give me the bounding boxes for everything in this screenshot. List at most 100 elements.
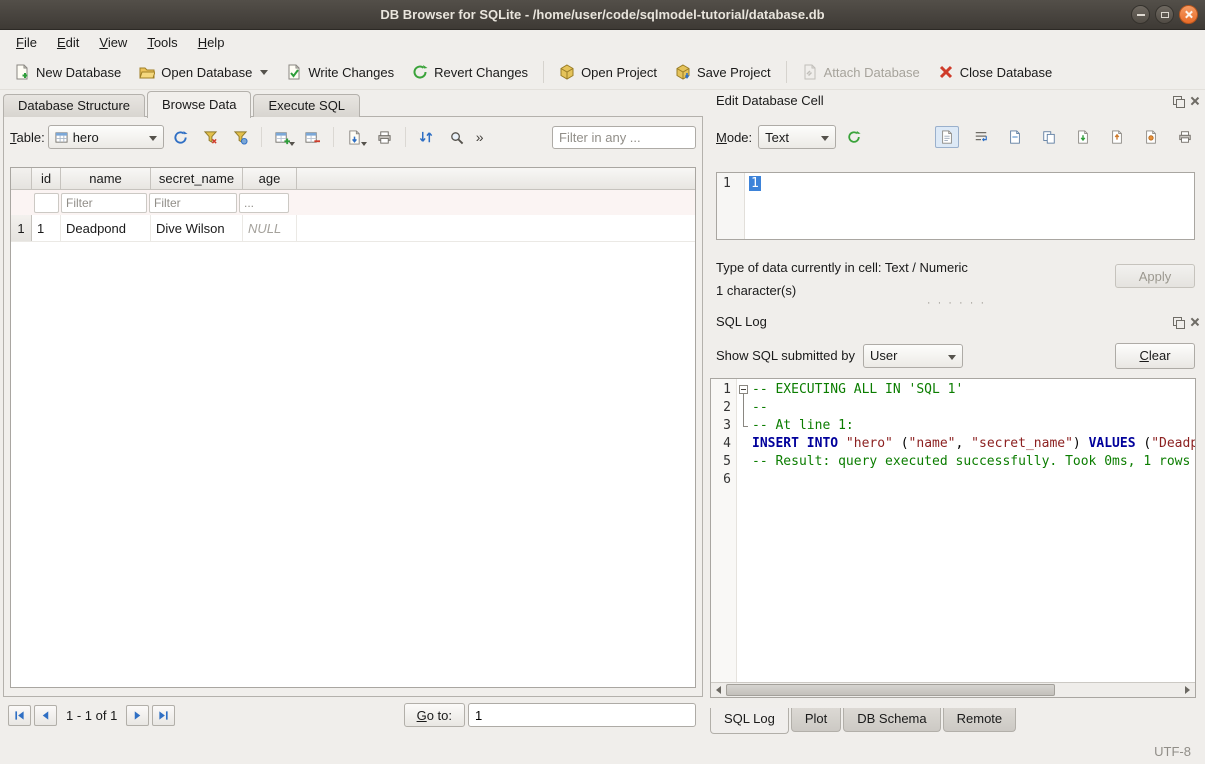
column-header-age[interactable]: age: [243, 168, 297, 189]
last-record-button[interactable]: [152, 705, 175, 726]
text-view-button[interactable]: [935, 126, 959, 148]
open-data-button[interactable]: [1003, 126, 1027, 148]
titlebar[interactable]: DB Browser for SQLite - /home/user/code/…: [0, 0, 1205, 30]
next-record-button[interactable]: [126, 705, 149, 726]
new-database-button[interactable]: New Database: [6, 59, 129, 85]
find-button[interactable]: [443, 125, 470, 149]
filter-any-input[interactable]: [552, 126, 696, 149]
mode-select[interactable]: Text: [758, 125, 836, 149]
cell-id[interactable]: 1: [32, 215, 61, 241]
print-button[interactable]: [371, 125, 398, 149]
cell-editor-content[interactable]: 1: [749, 176, 761, 191]
main-tabbar: Database Structure Browse Data Execute S…: [3, 91, 362, 117]
sql-source-select[interactable]: User: [863, 344, 963, 368]
menu-file[interactable]: File: [6, 32, 47, 53]
browse-data-panel: Table: hero » id name secret_name age: [3, 116, 703, 697]
open-database-dropdown-icon[interactable]: [260, 70, 268, 75]
filter-input-age[interactable]: [239, 193, 289, 213]
export-data-button[interactable]: [1105, 126, 1129, 148]
conditional-format-button[interactable]: [227, 125, 254, 149]
minimize-button[interactable]: [1131, 5, 1150, 24]
tab-database-structure[interactable]: Database Structure: [3, 94, 145, 117]
scroll-left-icon[interactable]: [711, 683, 726, 697]
revert-changes-button[interactable]: Revert Changes: [404, 59, 536, 85]
close-dock-icon[interactable]: [1190, 317, 1200, 327]
new-record-button[interactable]: [269, 125, 296, 149]
sort-button[interactable]: [413, 125, 440, 149]
maximize-button[interactable]: [1155, 5, 1174, 24]
export-button[interactable]: [341, 125, 368, 149]
delete-record-button[interactable]: [299, 125, 326, 149]
goto-button[interactable]: Go to:: [404, 703, 465, 727]
close-dock-icon[interactable]: [1190, 96, 1200, 106]
open-project-button[interactable]: Open Project: [551, 59, 665, 85]
dock-splitter-handle[interactable]: · · · · · ·: [708, 297, 1205, 309]
float-dock-icon[interactable]: [1173, 317, 1183, 327]
write-changes-icon: [286, 64, 302, 80]
open-project-icon: [559, 64, 575, 80]
import-data-button[interactable]: [1071, 126, 1095, 148]
cell-name[interactable]: Deadpond: [61, 215, 151, 241]
dock-tab-plot[interactable]: Plot: [791, 708, 841, 732]
print-cell-button[interactable]: [1173, 126, 1197, 148]
edit-cell-dock-controls: [1173, 96, 1200, 106]
write-changes-button[interactable]: Write Changes: [278, 59, 402, 85]
menu-edit[interactable]: Edit: [47, 32, 89, 53]
grid-filter-row: [11, 190, 695, 215]
close-button[interactable]: [1179, 5, 1198, 24]
log-line: [752, 471, 1195, 489]
table-row: 1 1 Deadpond Dive Wilson NULL: [11, 215, 695, 242]
first-record-button[interactable]: [8, 705, 31, 726]
sql-log-line-numbers: 1 2 3 4 5 6: [711, 379, 737, 682]
sql-log-view[interactable]: 1 2 3 4 5 6 -- EXECUTING ALL IN 'SQL 1' …: [710, 378, 1196, 698]
corner-header[interactable]: [11, 168, 32, 189]
clear-filters-button[interactable]: [197, 125, 224, 149]
controls-separator: [333, 127, 334, 147]
column-header-name[interactable]: name: [61, 168, 151, 189]
menubar: File Edit View Tools Help: [0, 30, 1205, 55]
cell-char-count: 1 character(s): [716, 283, 796, 298]
controls-separator: [405, 127, 406, 147]
set-null-button[interactable]: [1139, 126, 1163, 148]
column-header-secret-name[interactable]: secret_name: [151, 168, 243, 189]
horizontal-scrollbar[interactable]: [711, 682, 1195, 697]
goto-input[interactable]: [468, 703, 696, 727]
open-database-button[interactable]: Open Database: [131, 59, 276, 85]
save-project-button[interactable]: Save Project: [667, 59, 779, 85]
table-select[interactable]: hero: [48, 125, 164, 149]
close-database-button[interactable]: Close Database: [930, 59, 1061, 85]
refresh-button[interactable]: [167, 125, 194, 149]
fold-corner: [743, 426, 748, 427]
dock-tab-remote[interactable]: Remote: [943, 708, 1017, 732]
scrollbar-thumb[interactable]: [726, 684, 1055, 696]
scroll-right-icon[interactable]: [1180, 683, 1195, 697]
auto-format-button[interactable]: [842, 126, 866, 148]
grid-empty-area[interactable]: [11, 242, 695, 687]
previous-record-button[interactable]: [34, 705, 57, 726]
fold-collapse-icon[interactable]: [739, 385, 748, 394]
copy-data-button[interactable]: [1037, 126, 1061, 148]
filter-input-secret-name[interactable]: [149, 193, 237, 213]
filter-input-name[interactable]: [61, 193, 147, 213]
show-sql-label: Show SQL submitted by: [716, 348, 855, 363]
clear-log-button[interactable]: Clear: [1115, 343, 1195, 369]
toolbar-separator: [543, 61, 544, 83]
filter-input-id[interactable]: [34, 193, 59, 213]
mode-label: Mode:: [716, 130, 752, 145]
cell-age[interactable]: NULL: [243, 215, 297, 241]
dock-tab-db-schema[interactable]: DB Schema: [843, 708, 940, 732]
dock-tab-sql-log[interactable]: SQL Log: [710, 708, 789, 734]
cell-secret-name[interactable]: Dive Wilson: [151, 215, 243, 241]
tab-browse-data[interactable]: Browse Data: [147, 91, 251, 118]
toolbar-overflow-icon[interactable]: »: [473, 129, 487, 145]
tab-execute-sql[interactable]: Execute SQL: [253, 94, 360, 117]
menu-help[interactable]: Help: [188, 32, 235, 53]
row-header[interactable]: 1: [11, 215, 32, 241]
column-header-id[interactable]: id: [32, 168, 61, 189]
menu-tools[interactable]: Tools: [137, 32, 187, 53]
float-dock-icon[interactable]: [1173, 96, 1183, 106]
menu-view[interactable]: View: [89, 32, 137, 53]
log-line: -- At line 1:: [752, 417, 1195, 435]
cell-editor[interactable]: 1 1: [716, 172, 1195, 240]
word-wrap-button[interactable]: [969, 126, 993, 148]
